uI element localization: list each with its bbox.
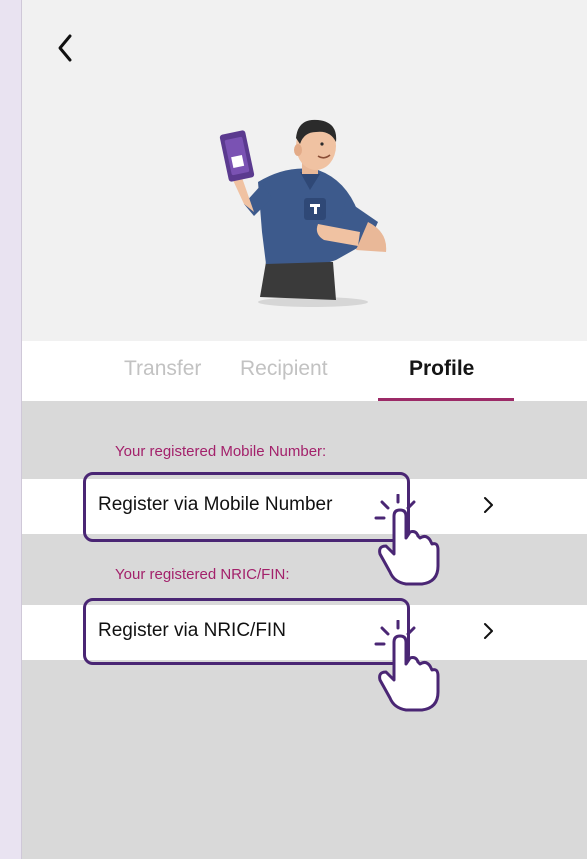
back-button[interactable] bbox=[52, 30, 84, 66]
tab-transfer[interactable]: Transfer bbox=[124, 357, 201, 381]
register-mobile-label: Register via Mobile Number bbox=[98, 494, 333, 515]
chevron-left-icon bbox=[58, 34, 72, 62]
register-mobile-row[interactable]: Register via Mobile Number bbox=[22, 479, 587, 534]
tab-profile[interactable]: Profile bbox=[409, 357, 474, 381]
chevron-right-icon bbox=[484, 623, 493, 639]
register-nric-row[interactable]: Register via NRIC/FIN bbox=[22, 605, 587, 660]
hero-banner bbox=[22, 0, 587, 341]
tab-recipient[interactable]: Recipient bbox=[240, 357, 328, 381]
mobile-number-section-title: Your registered Mobile Number: bbox=[115, 443, 327, 460]
tap-hand-icon bbox=[374, 494, 440, 586]
app-screen: Transfer Recipient Profile Your register… bbox=[21, 0, 587, 859]
active-tab-indicator bbox=[378, 398, 514, 401]
tap-hand-icon bbox=[374, 620, 440, 712]
nric-section-title: Your registered NRIC/FIN: bbox=[115, 566, 290, 583]
chevron-right-icon bbox=[484, 497, 493, 513]
man-with-phone-illustration bbox=[219, 119, 387, 307]
tab-bar: Transfer Recipient Profile bbox=[22, 341, 587, 401]
register-nric-label: Register via NRIC/FIN bbox=[98, 620, 286, 641]
